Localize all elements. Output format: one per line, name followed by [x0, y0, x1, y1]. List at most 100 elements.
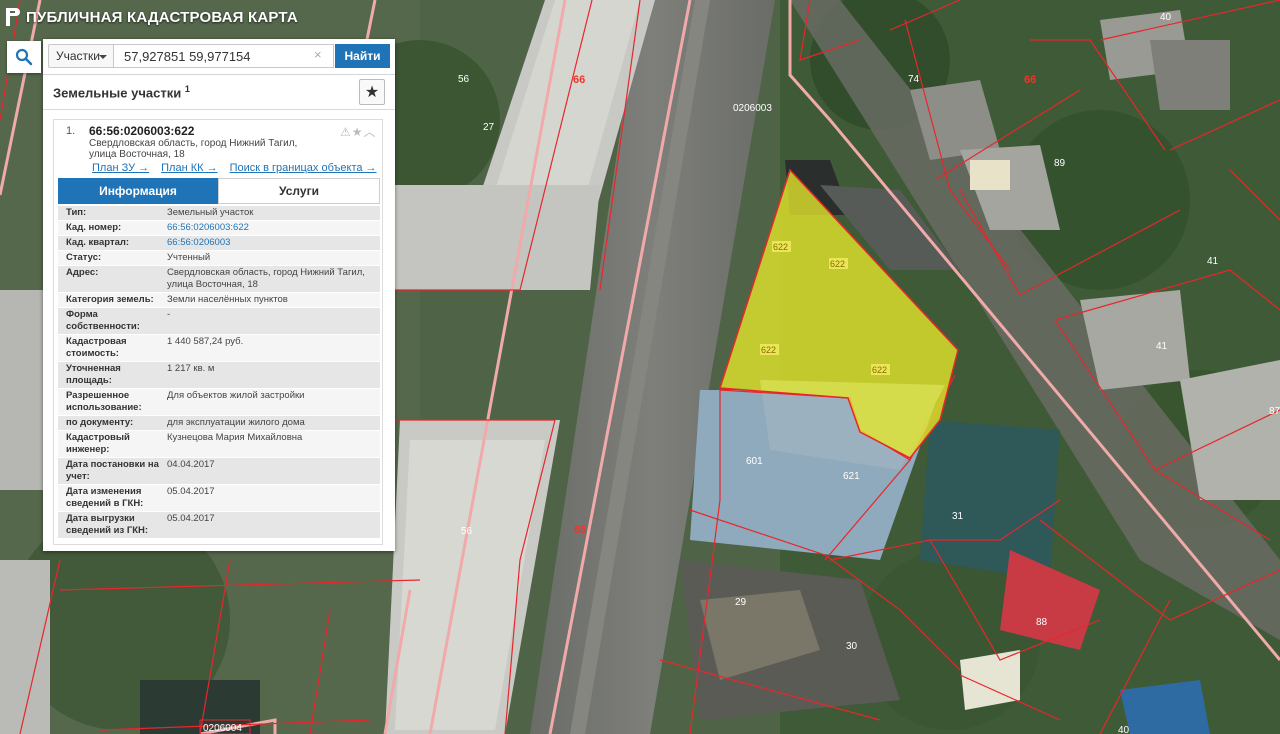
- result-tabs: Информация Услуги: [58, 178, 380, 204]
- result-address: Свердловская область, город Нижний Тагил…: [89, 138, 298, 160]
- star-outline-icon[interactable]: ★: [352, 125, 364, 139]
- property-value: Кузнецова Мария Михайловна: [167, 432, 303, 443]
- parcel-label: 66: [573, 74, 585, 86]
- property-value: Земли населённых пунктов: [167, 294, 288, 305]
- results-count: 1: [184, 84, 190, 94]
- property-row: Статус: Учтенный: [58, 251, 380, 266]
- search-panel: Участки × Найти Земельные участки 1 ★ 1.…: [7, 39, 395, 551]
- property-row: Тип: Земельный участок: [58, 206, 380, 221]
- star-icon: ★: [364, 84, 380, 101]
- property-value: Учтенный: [167, 252, 211, 263]
- property-value: для эксплуатации жилого дома: [167, 417, 305, 428]
- property-value: Свердловская область, город Нижний Тагил…: [167, 267, 365, 290]
- chevron-down-icon: [99, 55, 107, 59]
- warning-icon[interactable]: ⚠: [340, 125, 352, 139]
- property-key: Разрешенное использование:: [66, 390, 142, 413]
- property-row: Кад. квартал: 66:56:0206003: [58, 236, 380, 251]
- property-key: Дата изменения сведений в ГКН:: [66, 486, 144, 509]
- results-header: Земельные участки 1 ★: [43, 75, 395, 110]
- parcel-label: 41: [1156, 341, 1168, 352]
- search-icon: [15, 48, 33, 66]
- selected-parcel-label: 622: [830, 259, 845, 269]
- property-value[interactable]: 66:56:0206003: [163, 236, 380, 250]
- find-button[interactable]: Найти: [335, 44, 390, 68]
- property-key: Адрес:: [66, 267, 99, 278]
- svg-text:0206003: 0206003: [733, 103, 772, 114]
- property-row: Дата постановки на учет: 04.04.2017: [58, 458, 380, 485]
- parcel-label: 40: [1160, 12, 1172, 23]
- parcel-label: 27: [483, 122, 495, 133]
- link-plan-kk[interactable]: План КК →: [161, 162, 217, 174]
- property-row: Дата изменения сведений в ГКН: 05.04.2017: [58, 485, 380, 512]
- property-row: Категория земель: Земли населённых пункто…: [58, 293, 380, 308]
- property-value: 05.04.2017: [167, 486, 215, 497]
- result-index: 1.: [66, 125, 76, 137]
- result-links: План ЗУ → План КК → Поиск в границах объ…: [92, 162, 377, 174]
- parcel-label: 66: [1024, 74, 1036, 86]
- search-bar: Участки × Найти: [7, 39, 395, 75]
- property-row: Уточненная площадь: 1 217 кв. м: [58, 362, 380, 389]
- property-row: Дата выгрузки сведений из ГКН: 05.04.2017: [58, 512, 380, 539]
- parcel-label: 29: [735, 597, 747, 608]
- card-actions: ⚠★︿: [340, 123, 377, 140]
- property-key: Форма собственности:: [66, 309, 140, 332]
- property-row: Кадастровая стоимость: 1 440 587,24 руб.: [58, 335, 380, 362]
- parcel-label: 56: [458, 74, 470, 85]
- clear-icon[interactable]: ×: [314, 47, 322, 62]
- svg-text:0206004: 0206004: [203, 723, 242, 734]
- property-key: Кадастровая стоимость:: [66, 336, 127, 359]
- results-title-text: Земельные участки: [53, 85, 182, 101]
- parcel-label: 88: [1036, 617, 1048, 628]
- property-value: 1 440 587,24 руб.: [167, 336, 244, 347]
- search-input[interactable]: [114, 44, 334, 68]
- chevron-up-icon[interactable]: ︿: [364, 125, 377, 139]
- property-key: Кад. номер:: [66, 222, 122, 233]
- property-value: 04.04.2017: [167, 459, 215, 470]
- property-row: Кад. номер: 66:56:0206003:622: [58, 221, 380, 236]
- search-type-select[interactable]: Участки: [48, 44, 114, 68]
- property-value: -: [167, 309, 171, 320]
- result-card: 1. 66:56:0206003:622 Свердловская област…: [53, 119, 383, 545]
- property-key: Кадастровый инженер:: [66, 432, 130, 455]
- selected-parcel-label: 622: [761, 345, 776, 355]
- parcel-label: 601: [746, 456, 763, 467]
- parcel-label: 89: [1054, 158, 1066, 169]
- result-cad-number[interactable]: 66:56:0206003:622: [89, 124, 194, 138]
- property-key: Категория земель:: [66, 294, 154, 305]
- parcel-label: 30: [846, 641, 858, 652]
- property-key: Кад. квартал:: [66, 237, 130, 248]
- parcel-label: 40: [1118, 725, 1130, 734]
- parcel-label: 56: [461, 526, 473, 537]
- selected-parcel-label: 622: [773, 242, 788, 252]
- property-key: Дата постановки на учет:: [66, 459, 159, 482]
- property-row: Разрешенное использование: Для объектов ж…: [58, 389, 380, 416]
- property-value[interactable]: 66:56:0206003:622: [163, 221, 380, 235]
- property-key: Уточненная площадь:: [66, 363, 121, 386]
- link-plan-zu[interactable]: План ЗУ →: [92, 162, 149, 174]
- link-search-in-bounds[interactable]: Поиск в границах объекта →: [230, 162, 377, 174]
- tab-services[interactable]: Услуги: [218, 178, 380, 204]
- selected-parcel-label: 622: [872, 365, 887, 375]
- parcel-label: 74: [908, 74, 920, 85]
- favorites-button[interactable]: ★: [359, 79, 385, 105]
- tab-info[interactable]: Информация: [58, 178, 218, 204]
- property-row: Кадастровый инженер: Кузнецова Мария Миха…: [58, 431, 380, 458]
- parcel-label: 621: [843, 471, 860, 482]
- property-row: Адрес: Свердловская область, город Нижний…: [58, 266, 380, 293]
- property-value: Земельный участок: [167, 207, 254, 218]
- parcel-label: 41: [1207, 256, 1219, 267]
- property-key: по документу:: [66, 417, 134, 428]
- property-value: Для объектов жилой застройки: [167, 390, 305, 401]
- parcel-label: 66: [574, 524, 586, 536]
- property-key: Тип:: [66, 207, 87, 218]
- search-toggle-button[interactable]: [7, 41, 41, 73]
- property-row: Форма собственности: -: [58, 308, 380, 335]
- property-value: 1 217 кв. м: [167, 363, 215, 374]
- app-title: ПУБЛИЧНАЯ КАДАСТРОВАЯ КАРТА: [26, 8, 298, 26]
- property-value: 05.04.2017: [167, 513, 215, 524]
- app-header: ПУБЛИЧНАЯ КАДАСТРОВАЯ КАРТА: [6, 6, 298, 28]
- search-type-label: Участки: [56, 49, 100, 63]
- property-key: Статус:: [66, 252, 102, 263]
- rosreestr-logo-icon: [6, 8, 20, 26]
- property-row: по документу: для эксплуатации жилого дом…: [58, 416, 380, 431]
